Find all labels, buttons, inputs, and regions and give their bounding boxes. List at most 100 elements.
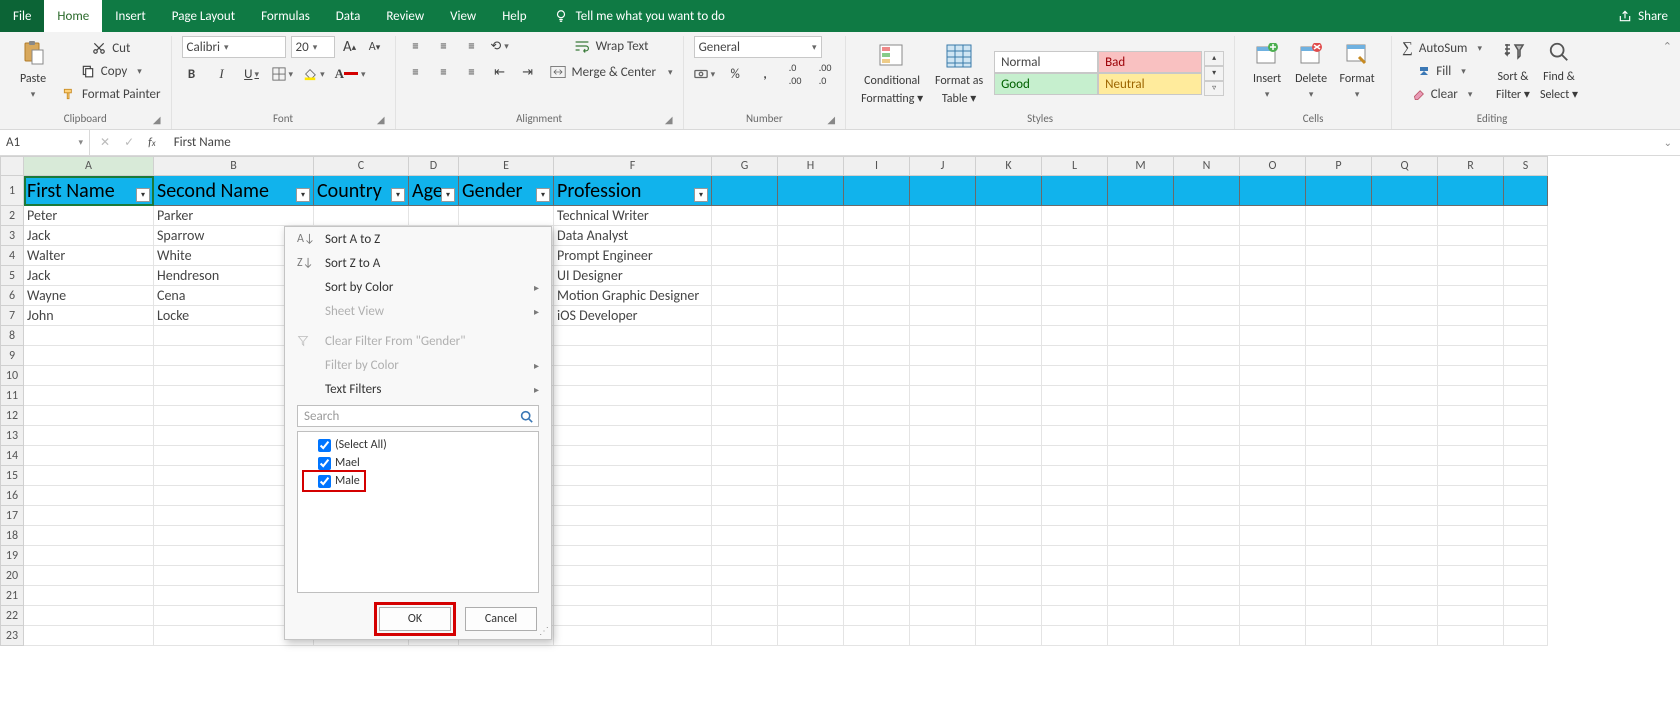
filter-toggle-A[interactable]: ▾: [136, 188, 150, 202]
cell-A19[interactable]: [24, 546, 154, 566]
cell-F20[interactable]: [554, 566, 712, 586]
cell-L10[interactable]: [1042, 366, 1108, 386]
filter-option-male[interactable]: Male: [304, 472, 364, 490]
cell-K11[interactable]: [976, 386, 1042, 406]
cell-K2[interactable]: [976, 206, 1042, 226]
row-header-11[interactable]: 11: [0, 386, 24, 406]
sort-ascending-item[interactable]: A↓ Sort A to Z: [285, 227, 551, 251]
filter-ok-button[interactable]: OK: [379, 607, 451, 631]
cell-M17[interactable]: [1108, 506, 1174, 526]
cell-R1[interactable]: [1438, 176, 1504, 206]
cell-F9[interactable]: [554, 346, 712, 366]
row-header-3[interactable]: 3: [0, 226, 24, 246]
cell-S11[interactable]: [1504, 386, 1548, 406]
cell-K12[interactable]: [976, 406, 1042, 426]
cell-M14[interactable]: [1108, 446, 1174, 466]
cell-H8[interactable]: [778, 326, 844, 346]
filter-search-input[interactable]: Search: [297, 405, 539, 427]
cell-O14[interactable]: [1240, 446, 1306, 466]
cell-G21[interactable]: [712, 586, 778, 606]
formula-input[interactable]: First Name: [166, 130, 1656, 155]
cell-L23[interactable]: [1042, 626, 1108, 646]
cell-style-normal[interactable]: Normal: [994, 51, 1098, 73]
cell-N3[interactable]: [1174, 226, 1240, 246]
cell-S5[interactable]: [1504, 266, 1548, 286]
decrease-font-button[interactable]: A▾: [365, 37, 385, 57]
column-header-E[interactable]: E: [459, 156, 554, 176]
styles-scroll-up[interactable]: ▴: [1204, 51, 1224, 66]
decrease-decimal-button[interactable]: .00.0: [815, 64, 835, 84]
cell-M22[interactable]: [1108, 606, 1174, 626]
cell-A10[interactable]: [24, 366, 154, 386]
cell-G20[interactable]: [712, 566, 778, 586]
enter-formula-icon[interactable]: ✓: [124, 135, 134, 150]
row-header-15[interactable]: 15: [0, 466, 24, 486]
cell-J3[interactable]: [910, 226, 976, 246]
cell-R5[interactable]: [1438, 266, 1504, 286]
cell-R21[interactable]: [1438, 586, 1504, 606]
text-filters-item[interactable]: Text Filters▸: [285, 377, 551, 401]
cell-I7[interactable]: [844, 306, 910, 326]
cell-G23[interactable]: [712, 626, 778, 646]
cell-K16[interactable]: [976, 486, 1042, 506]
row-header-7[interactable]: 7: [0, 306, 24, 326]
cell-Q15[interactable]: [1372, 466, 1438, 486]
cell-O8[interactable]: [1240, 326, 1306, 346]
cell-S17[interactable]: [1504, 506, 1548, 526]
cell-G9[interactable]: [712, 346, 778, 366]
cell-R11[interactable]: [1438, 386, 1504, 406]
format-cells-button[interactable]: Format▾: [1333, 36, 1381, 102]
row-header-5[interactable]: 5: [0, 266, 24, 286]
cell-F23[interactable]: [554, 626, 712, 646]
cell-J22[interactable]: [910, 606, 976, 626]
cell-J16[interactable]: [910, 486, 976, 506]
filter-toggle-C[interactable]: ▾: [391, 188, 405, 202]
cell-G2[interactable]: [712, 206, 778, 226]
cell-A9[interactable]: [24, 346, 154, 366]
cell-R6[interactable]: [1438, 286, 1504, 306]
cell-F4[interactable]: Prompt Engineer: [554, 246, 712, 266]
cell-L14[interactable]: [1042, 446, 1108, 466]
cell-K21[interactable]: [976, 586, 1042, 606]
cell-G7[interactable]: [712, 306, 778, 326]
cell-N23[interactable]: [1174, 626, 1240, 646]
share-button[interactable]: Share: [1618, 9, 1668, 24]
cell-G14[interactable]: [712, 446, 778, 466]
cell-R4[interactable]: [1438, 246, 1504, 266]
cell-G19[interactable]: [712, 546, 778, 566]
cell-P8[interactable]: [1306, 326, 1372, 346]
cell-P10[interactable]: [1306, 366, 1372, 386]
align-right-button[interactable]: ≡: [462, 62, 482, 82]
cell-A3[interactable]: Jack: [24, 226, 154, 246]
format-as-table-button[interactable]: Format as Table ▾: [928, 40, 990, 106]
cell-K6[interactable]: [976, 286, 1042, 306]
cell-L8[interactable]: [1042, 326, 1108, 346]
column-header-C[interactable]: C: [314, 156, 409, 176]
cell-H16[interactable]: [778, 486, 844, 506]
cell-G22[interactable]: [712, 606, 778, 626]
cell-G3[interactable]: [712, 226, 778, 246]
cell-F16[interactable]: [554, 486, 712, 506]
cell-A14[interactable]: [24, 446, 154, 466]
cell-G18[interactable]: [712, 526, 778, 546]
cell-P6[interactable]: [1306, 286, 1372, 306]
align-bottom-button[interactable]: ≡: [462, 36, 482, 56]
cell-P11[interactable]: [1306, 386, 1372, 406]
filter-option-mael[interactable]: Mael: [304, 454, 532, 472]
cell-M7[interactable]: [1108, 306, 1174, 326]
cell-F13[interactable]: [554, 426, 712, 446]
fill-button[interactable]: Fill▾: [1402, 61, 1482, 81]
cell-M21[interactable]: [1108, 586, 1174, 606]
cell-L13[interactable]: [1042, 426, 1108, 446]
cell-S10[interactable]: [1504, 366, 1548, 386]
cell-G4[interactable]: [712, 246, 778, 266]
cell-O4[interactable]: [1240, 246, 1306, 266]
cell-K13[interactable]: [976, 426, 1042, 446]
cell-K18[interactable]: [976, 526, 1042, 546]
cell-A16[interactable]: [24, 486, 154, 506]
cell-O12[interactable]: [1240, 406, 1306, 426]
cell-O20[interactable]: [1240, 566, 1306, 586]
cell-M10[interactable]: [1108, 366, 1174, 386]
cell-O11[interactable]: [1240, 386, 1306, 406]
cell-N4[interactable]: [1174, 246, 1240, 266]
